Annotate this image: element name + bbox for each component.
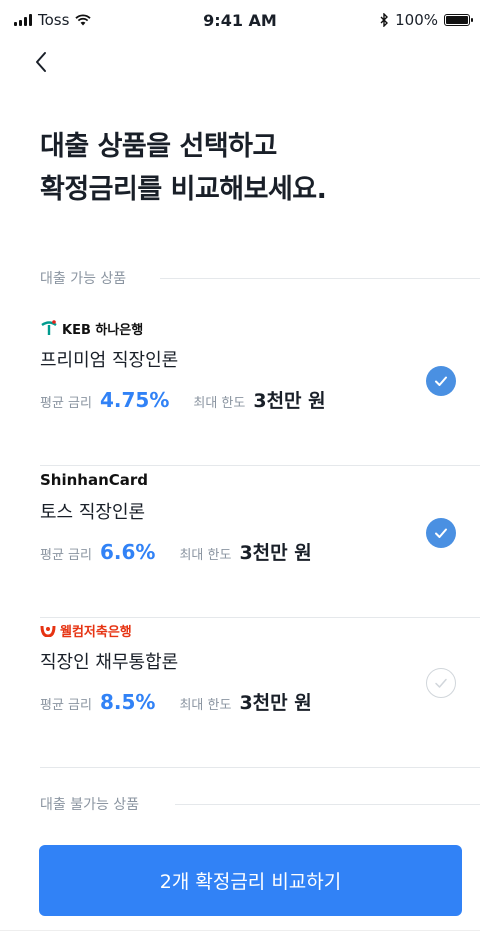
section-divider xyxy=(175,804,480,805)
product-card[interactable]: KEB 하나은행 프리미엄 직장인론 평균 금리 4.75% 최대 한도 3천만… xyxy=(40,318,480,466)
select-checkbox[interactable] xyxy=(426,366,456,396)
check-icon xyxy=(435,678,447,688)
hana-logo-icon xyxy=(41,320,57,335)
product-stats: 평균 금리 4.75% 최대 한도 3천만 원 xyxy=(40,386,326,413)
compare-rates-button[interactable]: 2개 확정금리 비교하기 xyxy=(39,845,462,916)
title-line-2: 확정금리를 비교해보세요. xyxy=(40,174,327,205)
bank-logo-hana: KEB 하나은행 xyxy=(40,318,143,338)
limit-label: 최대 한도 xyxy=(179,548,232,563)
bank-name: ShinhanCard xyxy=(40,471,149,489)
rate-value: 6.6% xyxy=(99,540,156,564)
product-name: 토스 직장인론 xyxy=(40,502,146,523)
battery-icon xyxy=(444,14,473,26)
rate-label: 평균 금리 xyxy=(40,698,92,713)
unavailable-section-label: 대출 불가능 상품 xyxy=(40,794,154,814)
welcome-logo-icon xyxy=(40,625,56,637)
status-bar: Toss 9:41 AM 100% xyxy=(0,0,480,40)
product-name: 직장인 채무통합론 xyxy=(40,652,179,673)
check-icon xyxy=(435,528,447,538)
rate-value: 8.5% xyxy=(99,690,156,714)
row-divider xyxy=(40,465,480,466)
rate-value: 4.75% xyxy=(99,388,170,412)
product-card[interactable]: 웰컴저축은행 직장인 채무통합론 평균 금리 8.5% 최대 한도 3천만 원 xyxy=(40,620,480,768)
product-name: 프리미엄 직장인론 xyxy=(40,350,179,371)
available-section-label: 대출 가능 상품 xyxy=(40,268,141,288)
page-title: 대출 상품을 선택하고 확정금리를 비교해보세요. xyxy=(40,125,327,211)
row-divider xyxy=(40,617,480,618)
status-right: 100% xyxy=(380,11,473,29)
bank-name: KEB 하나은행 xyxy=(62,322,144,338)
limit-value: 3천만 원 xyxy=(239,692,312,714)
row-divider xyxy=(40,767,480,768)
bottom-divider xyxy=(0,930,480,931)
title-line-1: 대출 상품을 선택하고 xyxy=(40,131,277,162)
limit-label: 최대 한도 xyxy=(179,698,232,713)
limit-value: 3천만 원 xyxy=(239,542,312,564)
limit-value: 3천만 원 xyxy=(253,390,326,412)
select-checkbox[interactable] xyxy=(426,518,456,548)
battery-percent: 100% xyxy=(395,11,438,29)
bluetooth-icon xyxy=(380,13,389,27)
select-checkbox[interactable] xyxy=(426,668,456,698)
product-card[interactable]: ShinhanCard 토스 직장인론 평균 금리 6.6% 최대 한도 3천만… xyxy=(40,470,480,618)
product-stats: 평균 금리 6.6% 최대 한도 3천만 원 xyxy=(40,538,312,565)
bank-name: 웰컴저축은행 xyxy=(60,624,132,640)
bank-logo-welcome: 웰컴저축은행 xyxy=(40,620,132,640)
rate-label: 평균 금리 xyxy=(40,396,92,411)
back-chevron-icon[interactable] xyxy=(30,50,54,74)
rate-label: 평균 금리 xyxy=(40,548,92,563)
limit-label: 최대 한도 xyxy=(193,396,246,411)
check-icon xyxy=(435,376,447,386)
bank-logo-shinhan: ShinhanCard xyxy=(40,470,148,490)
product-stats: 평균 금리 8.5% 최대 한도 3천만 원 xyxy=(40,688,312,715)
section-divider xyxy=(160,278,480,279)
